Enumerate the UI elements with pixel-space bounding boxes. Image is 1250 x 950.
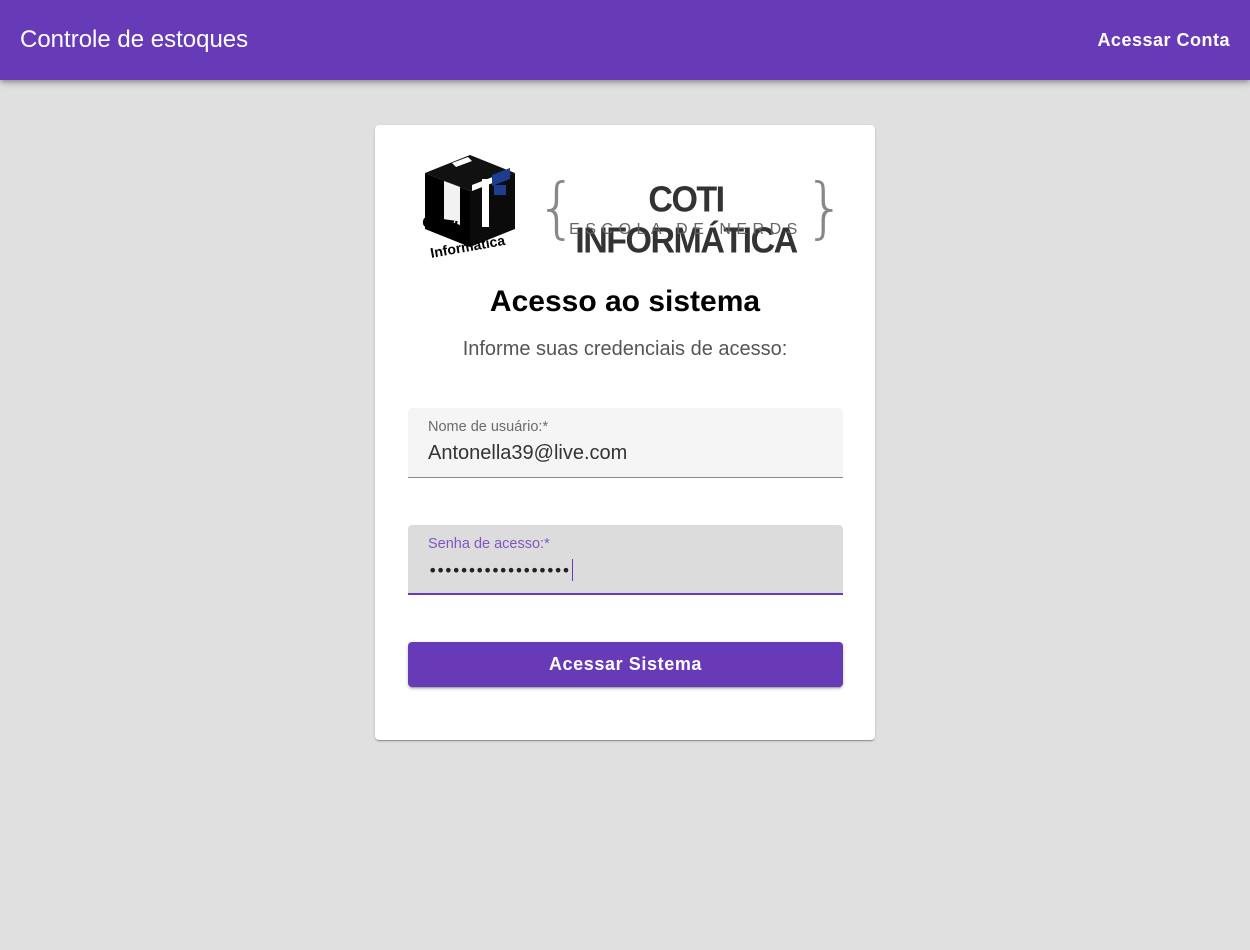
- password-label: Senha de acesso:*: [428, 536, 550, 552]
- app-title: Controle de estoques: [20, 26, 249, 53]
- app-toolbar: Controle de estoques Acessar Conta: [0, 0, 1250, 80]
- brace-right-icon: }: [804, 169, 846, 246]
- access-account-link[interactable]: Acessar Conta: [1086, 22, 1241, 59]
- text-caret: [572, 559, 574, 581]
- password-input[interactable]: ••••••••••••••••••: [428, 559, 574, 581]
- access-system-button[interactable]: Acessar Sistema: [408, 642, 843, 687]
- page-subtitle: Informe suas credenciais de acesso:: [462, 338, 788, 360]
- password-masked-value: ••••••••••••••••••: [428, 561, 571, 580]
- coti-logo: COTI Informática { COTI INFORMÁTICA ESCO…: [420, 155, 846, 265]
- username-input[interactable]: [428, 440, 823, 466]
- username-field[interactable]: Nome de usuário:*: [408, 408, 843, 478]
- password-field[interactable]: Senha de acesso:* ••••••••••••••••••: [408, 525, 843, 595]
- page-title: Acesso ao sistema: [489, 285, 761, 318]
- cube-text-line1: COTI: [421, 214, 459, 236]
- coti-cube-logo-icon: COTI Informática: [421, 155, 515, 260]
- username-label: Nome de usuário:*: [428, 419, 549, 435]
- login-card: COTI Informática { COTI INFORMÁTICA ESCO…: [375, 125, 875, 740]
- brand-tagline: ESCOLA DE NERDS: [569, 221, 803, 238]
